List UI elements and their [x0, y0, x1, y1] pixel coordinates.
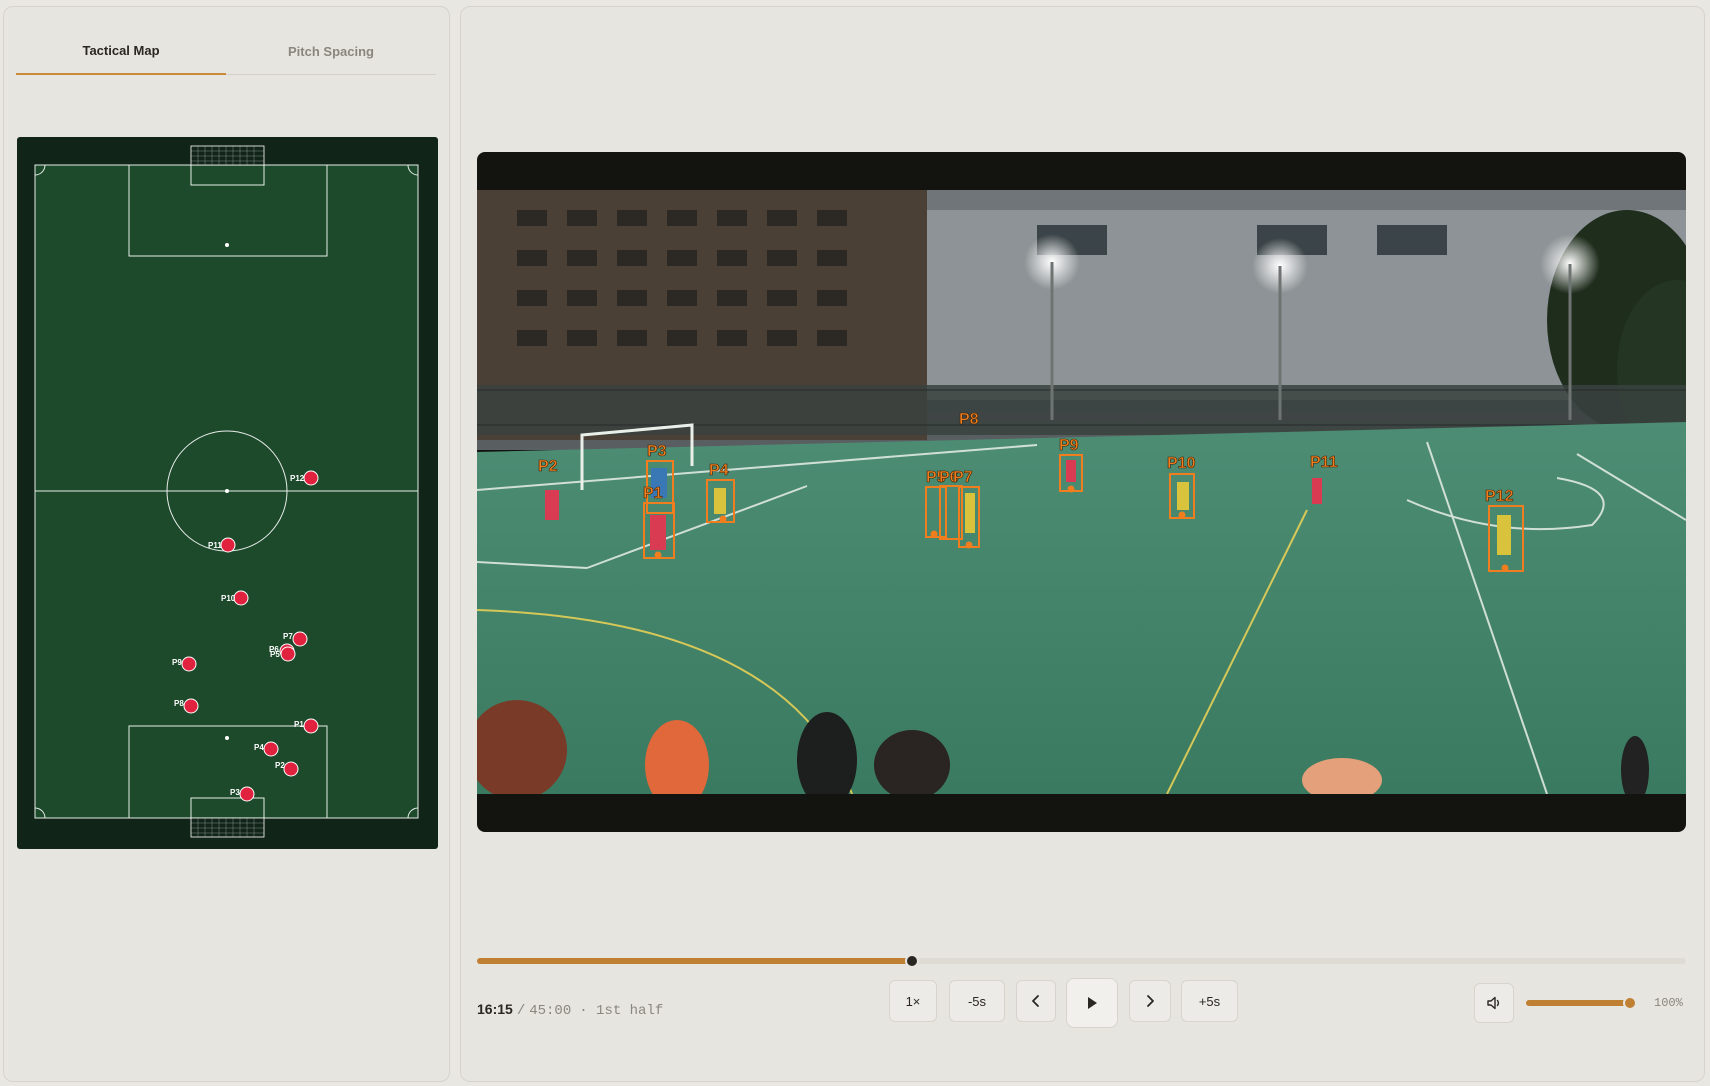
- mute-button[interactable]: [1474, 983, 1514, 1023]
- chevron-left-icon: [1032, 995, 1039, 1007]
- player-marker-p5[interactable]: P5: [270, 646, 296, 662]
- detection-label-p4: P4: [709, 462, 729, 479]
- svg-text:P8: P8: [174, 699, 184, 708]
- play-button[interactable]: [1066, 978, 1118, 1028]
- detection-label-p10: P10: [1167, 455, 1196, 472]
- previous-frame-button[interactable]: [1016, 980, 1056, 1022]
- top-goal-net: [190, 145, 265, 166]
- match-footage: P2 P3 P1 P4 P5 P6 P7 P8 P9 P10 P11 P12: [477, 190, 1686, 794]
- bottom-penalty-spot: [225, 736, 229, 740]
- bottom-goal-net: [190, 817, 265, 838]
- timeline-scrubber[interactable]: [905, 954, 920, 968]
- video-panel: P2 P3 P1 P4 P5 P6 P7 P8 P9 P10 P11 P12 1…: [460, 6, 1705, 1082]
- detection-label-p8: P8: [959, 411, 979, 428]
- svg-text:P11: P11: [208, 541, 222, 550]
- svg-text:P10: P10: [221, 594, 236, 603]
- volume-percentage: 100%: [1654, 996, 1683, 1010]
- top-penalty-spot: [225, 243, 229, 247]
- time-readout: 16:15 / 45:00 · 1st half: [477, 1001, 663, 1019]
- svg-text:P5: P5: [270, 650, 280, 659]
- speed-button[interactable]: 1×: [889, 980, 937, 1022]
- tactical-panel: Tactical Map Pitch Spacing P12 P11 P10 P…: [3, 6, 450, 1082]
- svg-text:P7: P7: [283, 632, 293, 641]
- next-frame-button[interactable]: [1129, 980, 1171, 1022]
- detection-label-p7: P7: [953, 469, 973, 486]
- svg-text:P4: P4: [254, 743, 264, 752]
- chevron-right-icon: [1147, 995, 1154, 1007]
- tactical-map: P12 P11 P10 P7 P6 P5 P9 P8 P1 P4 P2 P3: [17, 137, 438, 849]
- forward-5s-button[interactable]: +5s: [1181, 980, 1238, 1022]
- video-frame: P2 P3 P1 P4 P5 P6 P7 P8 P9 P10 P11 P12: [477, 190, 1686, 794]
- player-marker-p11[interactable]: P11: [208, 537, 236, 553]
- detection-label-p2: P2: [538, 458, 558, 475]
- playback-timeline[interactable]: [477, 954, 1686, 968]
- pitch-diagram: P12 P11 P10 P7 P6 P5 P9 P8 P1 P4 P2 P3: [34, 145, 419, 838]
- tab-pitch-spacing[interactable]: Pitch Spacing: [226, 27, 436, 75]
- panel-tabs: Tactical Map Pitch Spacing: [16, 27, 436, 75]
- svg-text:P3: P3: [230, 788, 240, 797]
- player-marker-p12[interactable]: P12: [290, 470, 319, 486]
- play-icon: [1088, 997, 1097, 1009]
- detection-label-p12: P12: [1485, 488, 1514, 505]
- volume-level: [1526, 1000, 1630, 1006]
- current-time: 16:15: [477, 1001, 513, 1017]
- detection-label-p11: P11: [1310, 454, 1338, 471]
- detection-label-p1: P1: [643, 485, 663, 502]
- time-separator: /: [516, 1003, 526, 1019]
- svg-text:P12: P12: [290, 474, 305, 483]
- period-label: · 1st half: [579, 1003, 664, 1019]
- player-marker-p10[interactable]: P10: [221, 590, 249, 606]
- svg-text:P9: P9: [172, 658, 182, 667]
- center-spot: [225, 489, 229, 493]
- total-time: 45:00: [529, 1003, 572, 1019]
- volume-handle[interactable]: [1623, 996, 1637, 1010]
- svg-text:P1: P1: [294, 720, 304, 729]
- tab-tactical-map[interactable]: Tactical Map: [16, 27, 226, 75]
- detection-label-p3: P3: [647, 443, 667, 460]
- detection-label-p9: P9: [1059, 437, 1079, 454]
- timeline-progress: [477, 958, 913, 964]
- svg-text:P2: P2: [275, 761, 285, 770]
- rewind-5s-button[interactable]: -5s: [949, 980, 1005, 1022]
- volume-slider[interactable]: [1526, 996, 1637, 1010]
- video-player[interactable]: P2 P3 P1 P4 P5 P6 P7 P8 P9 P10 P11 P12: [477, 152, 1686, 832]
- speaker-icon: [1487, 996, 1500, 1010]
